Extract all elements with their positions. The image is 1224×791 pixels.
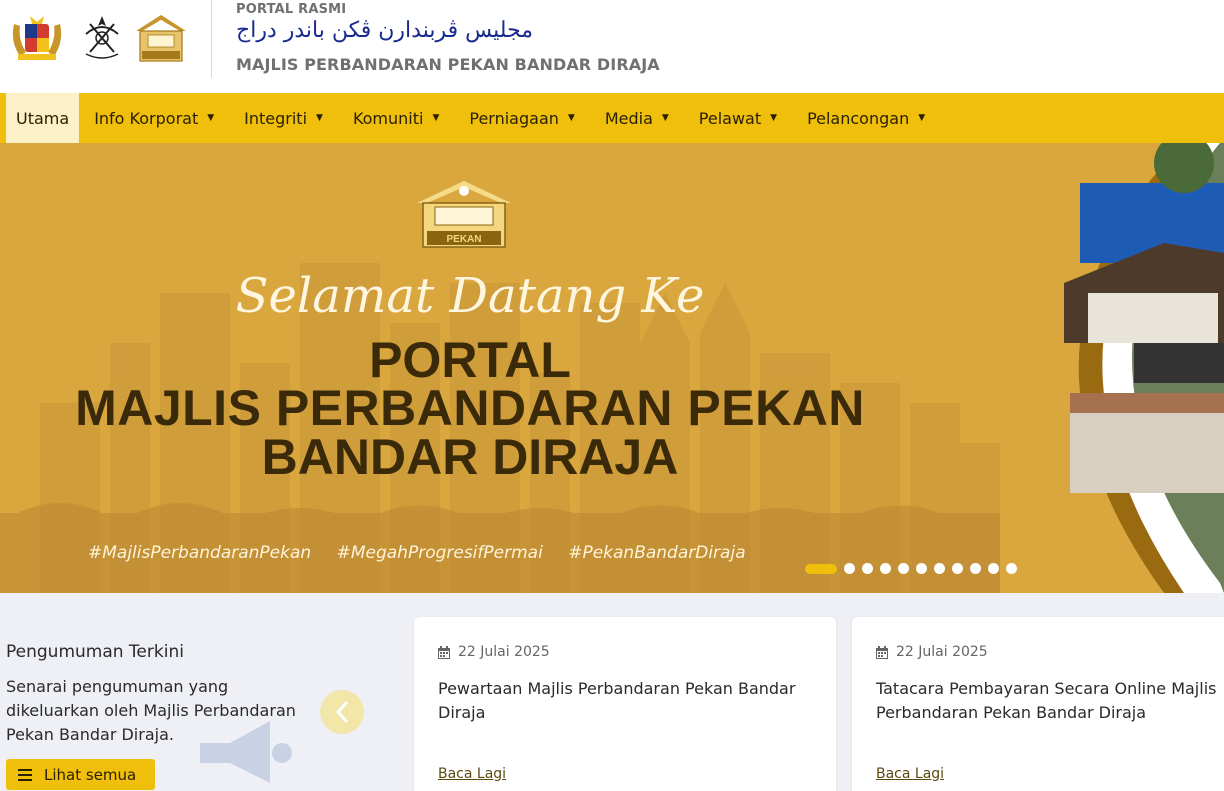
card-date-text: 22 Julai 2025 [896,644,988,660]
nav-label: Integriti [244,108,308,128]
hashtag: #MajlisPerbandaranPekan [88,543,312,563]
calendar-icon [438,645,450,659]
card-title[interactable]: Tatacara Pembayaran Secara Online Majlis… [876,677,1224,725]
nav-item-info-korporat[interactable]: Info Korporat ▼ [79,93,229,143]
portal-label: PORTAL RASMI [236,2,347,17]
pahang-crest-logo[interactable] [80,12,124,64]
site-name[interactable]: MAJLIS PERBANDARAN PEKAN BANDAR DIRAJA [236,55,660,74]
nav-item-perniagaan[interactable]: Perniagaan ▼ [454,93,589,143]
site-header: PORTAL RASMI مجليس ڤربندارن ڤکن باندر در… [0,0,1224,93]
slider-dot[interactable] [916,563,927,574]
slider-dot[interactable] [970,563,981,574]
caret-down-icon: ▼ [207,113,215,123]
mppbd-logo[interactable] [134,11,188,63]
nav-label: Perniagaan [469,108,559,128]
slider-dot[interactable] [844,563,855,574]
nav-label: Komuniti [352,108,424,128]
announcements-title: Pengumuman Terkini [6,642,184,662]
slider-dot[interactable] [934,563,945,574]
nav-item-utama[interactable]: Utama [6,93,80,143]
caret-down-icon: ▼ [316,113,323,123]
calendar-icon [876,645,888,659]
hero-slider[interactable]: PEKAN Selamat Datang Ke PORTAL MAJLIS PE… [0,143,1224,593]
heritage-building-photo [1064,143,1224,593]
caret-down-icon: ▼ [567,113,575,123]
card-title[interactable]: Pewartaan Majlis Perbandaran Pekan Banda… [438,677,818,725]
view-all-label: Lihat semua [44,765,137,784]
welcome-text: Selamat Datang Ke [235,268,705,324]
nav-item-integriti[interactable]: Integriti ▼ [229,93,338,143]
card-date: 22 Julai 2025 [438,644,550,660]
main-nav: Utama Info Korporat ▼ Integriti ▼ Komuniti… [0,93,1224,143]
caret-down-icon: ▼ [770,113,778,123]
slider-dot[interactable] [898,563,909,574]
slider-dot[interactable] [952,563,963,574]
hero-logo-text: PEKAN [446,234,481,245]
logo-group [0,0,200,80]
hashtag-row: #MajlisPerbandaranPekan #MegahProgresifP… [88,543,766,563]
megaphone-icon [200,721,292,783]
announcement-card[interactable]: 22 Julai 2025 Pewartaan Majlis Perbandar… [414,617,836,791]
hashtag: #MegahProgresifPermai [336,543,543,563]
nav-label: Utama [16,108,70,128]
caret-down-icon: ▼ [918,113,926,123]
nav-label: Pelawat [698,108,762,128]
caret-down-icon: ▼ [432,113,440,123]
nav-label: Pelancongan [807,108,910,128]
malaysia-coat-of-arms-logo[interactable] [6,12,68,62]
announcements-section: Pengumuman Terkini Senarai pengumuman ya… [0,593,1224,791]
nav-label: Info Korporat [94,108,199,128]
hashtag: #PekanBandarDiraja [568,543,746,563]
nav-label: Media [604,108,653,128]
jawi-site-name: مجليس ڤربندارن ڤکن باندر دراج [236,18,534,43]
card-date: 22 Julai 2025 [876,644,988,660]
nav-item-pelawat[interactable]: Pelawat ▼ [684,93,792,143]
announcement-card[interactable]: 22 Julai 2025 Tatacara Pembayaran Secara… [852,617,1224,791]
chevron-left-icon [335,701,348,723]
card-date-text: 22 Julai 2025 [458,644,550,660]
nav-item-pelancongan[interactable]: Pelancongan ▼ [792,93,940,143]
slider-dot[interactable] [1006,563,1017,574]
slider-dot[interactable] [988,563,999,574]
read-more-link[interactable]: Baca Lagi [438,766,506,782]
slider-dot[interactable] [862,563,873,574]
nav-item-komuniti[interactable]: Komuniti ▼ [338,93,454,143]
mppbd-hero-logo: PEKAN [417,181,511,248]
hero-headline-line3: BANDAR DIRAJA [261,429,679,485]
caret-down-icon: ▼ [661,113,669,123]
header-divider [211,0,212,78]
view-all-button[interactable]: Lihat semua [6,759,155,790]
nav-item-media[interactable]: Media ▼ [590,93,684,143]
slider-dot-active[interactable] [805,563,837,574]
read-more-link[interactable]: Baca Lagi [876,766,944,782]
list-icon [18,768,32,781]
slider-dot[interactable] [880,563,891,574]
carousel-prev-button[interactable] [320,690,364,734]
slider-dots [805,563,1024,574]
